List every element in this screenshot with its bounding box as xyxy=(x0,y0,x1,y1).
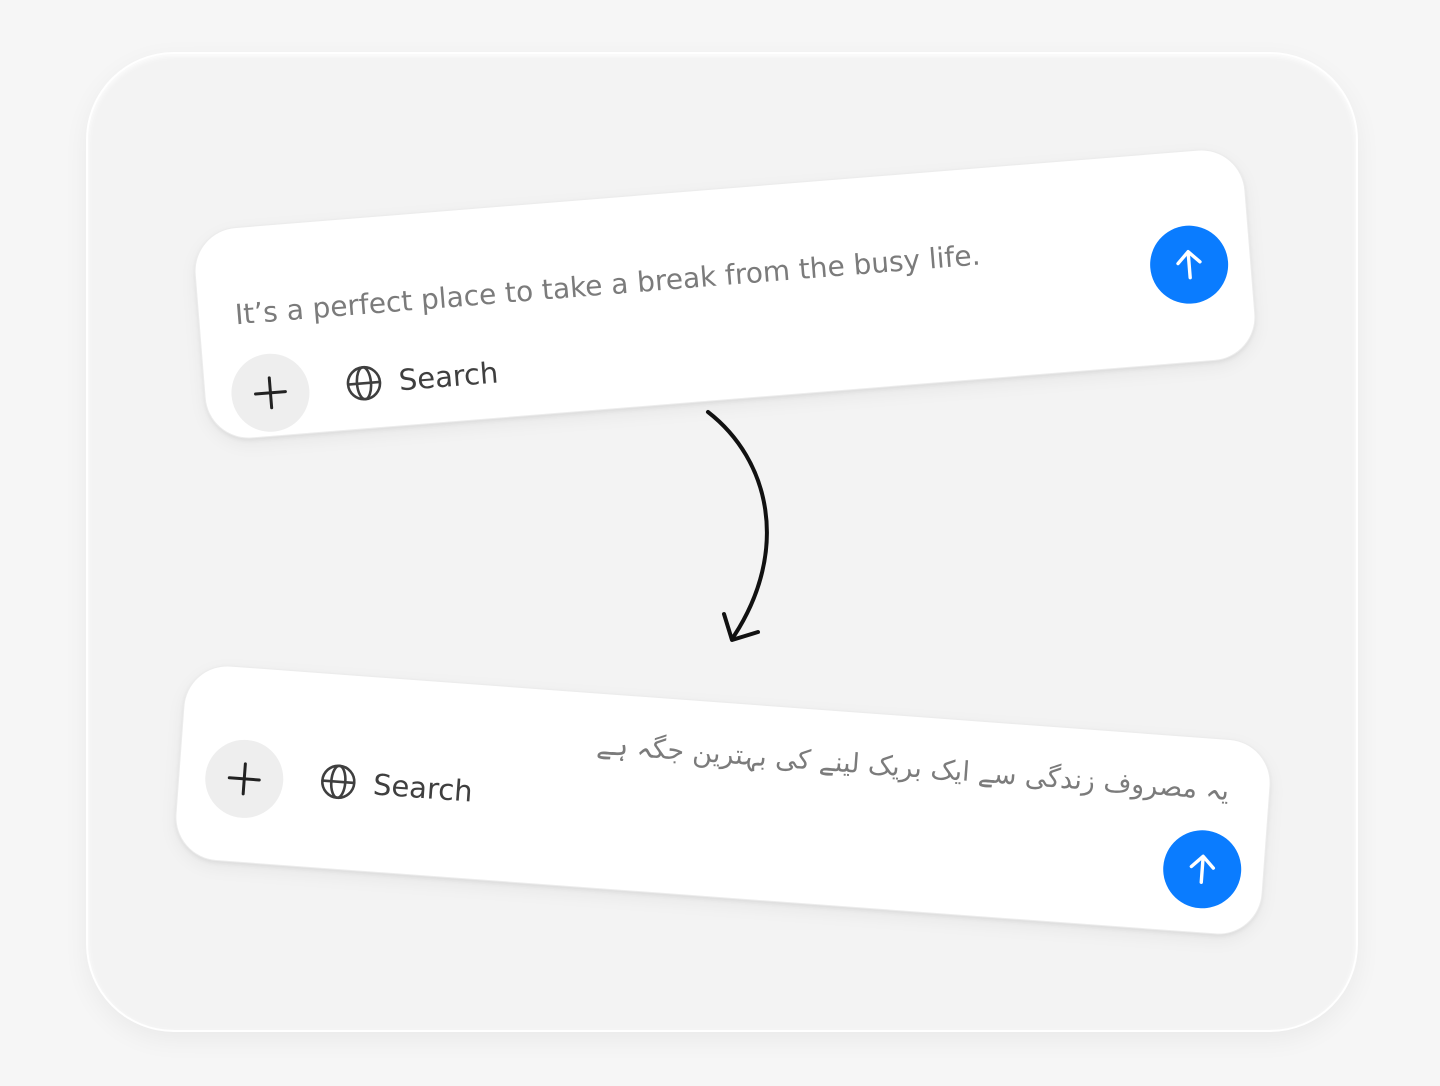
add-button[interactable] xyxy=(202,737,287,821)
globe-icon xyxy=(346,365,382,401)
curved-arrow-down-icon xyxy=(706,410,769,642)
search-label: Search xyxy=(371,767,474,809)
arrow-up-icon xyxy=(1189,854,1216,884)
arrow-up-icon xyxy=(1176,250,1202,280)
add-button[interactable] xyxy=(228,350,313,435)
send-button[interactable] xyxy=(1147,222,1232,307)
search-button[interactable]: Search xyxy=(344,354,500,404)
plus-icon xyxy=(254,376,287,410)
plus-icon xyxy=(227,762,261,796)
search-label: Search xyxy=(397,355,500,398)
search-button[interactable]: Search xyxy=(318,761,474,810)
prompt-input-text[interactable]: یہ مصروف زندگی سے ایک بریک لینے کی بہتری… xyxy=(596,730,1231,807)
send-button[interactable] xyxy=(1160,827,1244,912)
stage: It’s a perfect place to take a break fro… xyxy=(0,0,1440,1086)
prompt-input-text[interactable]: It’s a perfect place to take a break fro… xyxy=(234,238,982,331)
globe-icon xyxy=(321,764,356,800)
